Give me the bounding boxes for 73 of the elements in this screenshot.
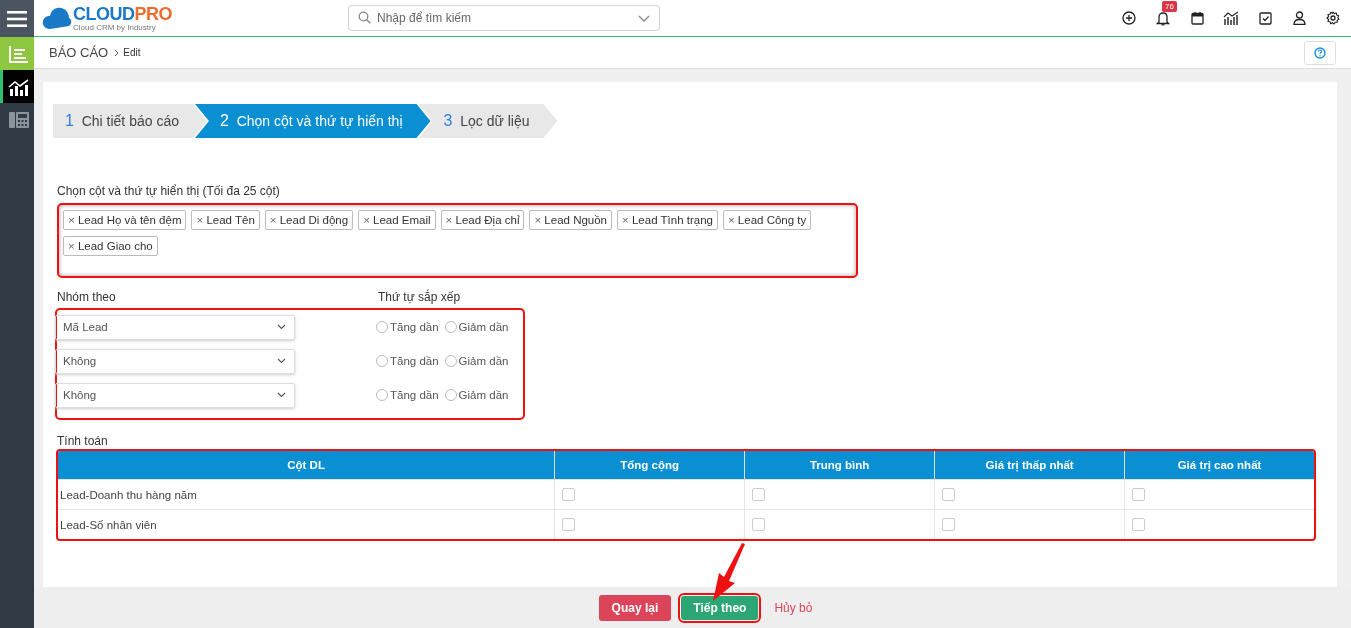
table-cell: Lead-Số nhân viên xyxy=(58,509,555,539)
checkbox[interactable] xyxy=(562,488,576,502)
column-tag[interactable]: × Lead Công ty xyxy=(722,210,812,230)
menu-icon xyxy=(7,10,27,27)
list-icon xyxy=(8,44,29,63)
phone-icon xyxy=(8,110,29,129)
page-title: BÁO CÁO xyxy=(49,45,109,60)
field-label: Nhóm theo xyxy=(57,290,117,304)
group-select[interactable]: Không xyxy=(55,382,295,408)
sidebar-item[interactable] xyxy=(0,70,34,103)
sort-radio[interactable]: Tăng dần xyxy=(376,389,439,401)
help-icon xyxy=(1314,46,1326,59)
checkbox[interactable] xyxy=(562,518,576,532)
breadcrumb-item: Edit xyxy=(123,47,141,58)
notifications-button[interactable]: 76 xyxy=(1149,4,1177,32)
plus-circle-icon xyxy=(1122,11,1136,25)
sort-radio[interactable]: Giảm dần xyxy=(444,389,509,401)
logo[interactable]: CLOUDPRO Cloud CRM by Industry xyxy=(42,4,342,32)
table-cell: Lead-Doanh thu hàng năm xyxy=(58,479,555,510)
cloud-icon xyxy=(42,6,72,30)
column-header: Giá trị cao nhất xyxy=(1124,451,1314,480)
calendar-icon xyxy=(1190,11,1204,25)
notification-count: 76 xyxy=(1162,1,1177,12)
bell-icon xyxy=(1156,10,1170,26)
checkbox[interactable] xyxy=(942,488,956,502)
sort-radio[interactable]: Tăng dần xyxy=(376,321,439,333)
checkbox[interactable] xyxy=(1132,518,1146,532)
menu-button[interactable] xyxy=(0,0,34,37)
sort-radio[interactable]: Giảm dần xyxy=(444,355,509,367)
help-button[interactable] xyxy=(1304,40,1336,65)
column-header: Tổng cộng xyxy=(554,451,745,480)
checkbox[interactable] xyxy=(1132,488,1146,502)
field-label: Chọn cột và thứ tự hiển thị (Tối đa 25 cột) xyxy=(57,184,281,198)
search-field[interactable]: Nhập để tìm kiếm xyxy=(348,5,660,31)
column-tag[interactable]: × Lead Tình trạng xyxy=(617,210,718,230)
group-select[interactable]: Không xyxy=(55,348,295,374)
column-tag[interactable]: × Lead Email xyxy=(358,210,436,230)
chevron-down-icon xyxy=(277,392,286,398)
checkbox[interactable] xyxy=(752,518,766,532)
step-tab[interactable]: 2 Chọn cột và thứ tự hiển thị xyxy=(194,104,431,138)
step-tab[interactable]: 3 Lọc dữ liệu xyxy=(418,104,558,138)
checkbox[interactable] xyxy=(752,488,766,502)
user-icon xyxy=(1292,11,1306,25)
search-icon xyxy=(358,11,371,24)
sort-radio[interactable]: Giảm dần xyxy=(444,321,509,333)
chevron-down-icon xyxy=(638,15,650,22)
field-label: Tính toán xyxy=(57,434,109,448)
column-tag[interactable]: × Lead Tên xyxy=(191,210,260,230)
chevron-down-icon xyxy=(277,324,286,330)
columns-field[interactable]: × Lead Họ và tên đệm × Lead Tên × Lead Di động × Lead Email × Lead Địa chỉ × Lead Nguồn × Lead Tình trạng × Lead Công ty × Lead Giao cho xyxy=(57,203,858,278)
tagline: Cloud CRM by Industry xyxy=(73,23,157,32)
brand-name: CLOUDPRO xyxy=(73,4,172,23)
column-header: Trung bình xyxy=(744,451,935,480)
column-tag[interactable]: × Lead Địa chỉ xyxy=(440,210,525,230)
cancel-link[interactable]: Hủy bỏ xyxy=(774,600,813,615)
field-label: Thứ tự sắp xếp xyxy=(378,290,461,304)
column-tag[interactable]: × Lead Họ và tên đệm xyxy=(63,210,187,230)
column-header: Giá trị thấp nhất xyxy=(934,451,1125,480)
settings-icon xyxy=(1326,11,1340,25)
chevron-down-icon xyxy=(277,358,286,364)
sort-radio[interactable]: Tăng dần xyxy=(376,355,439,367)
checkbox[interactable] xyxy=(942,518,956,532)
checkbox-icon xyxy=(1258,11,1272,25)
column-header: Cột DL xyxy=(58,451,555,480)
group-select[interactable]: Mã Lead xyxy=(55,314,295,340)
column-tag[interactable]: × Lead Nguồn xyxy=(529,210,613,230)
column-tag[interactable]: × Lead Giao cho xyxy=(63,236,158,256)
chart-icon xyxy=(7,77,30,96)
column-tag[interactable]: × Lead Di động xyxy=(264,210,354,230)
chart-icon xyxy=(1223,11,1239,25)
back-button[interactable]: Quay lại xyxy=(598,594,672,621)
chevron-right-icon xyxy=(114,48,120,57)
step-tab[interactable]: 1 Chi tiết báo cáo xyxy=(53,104,207,138)
